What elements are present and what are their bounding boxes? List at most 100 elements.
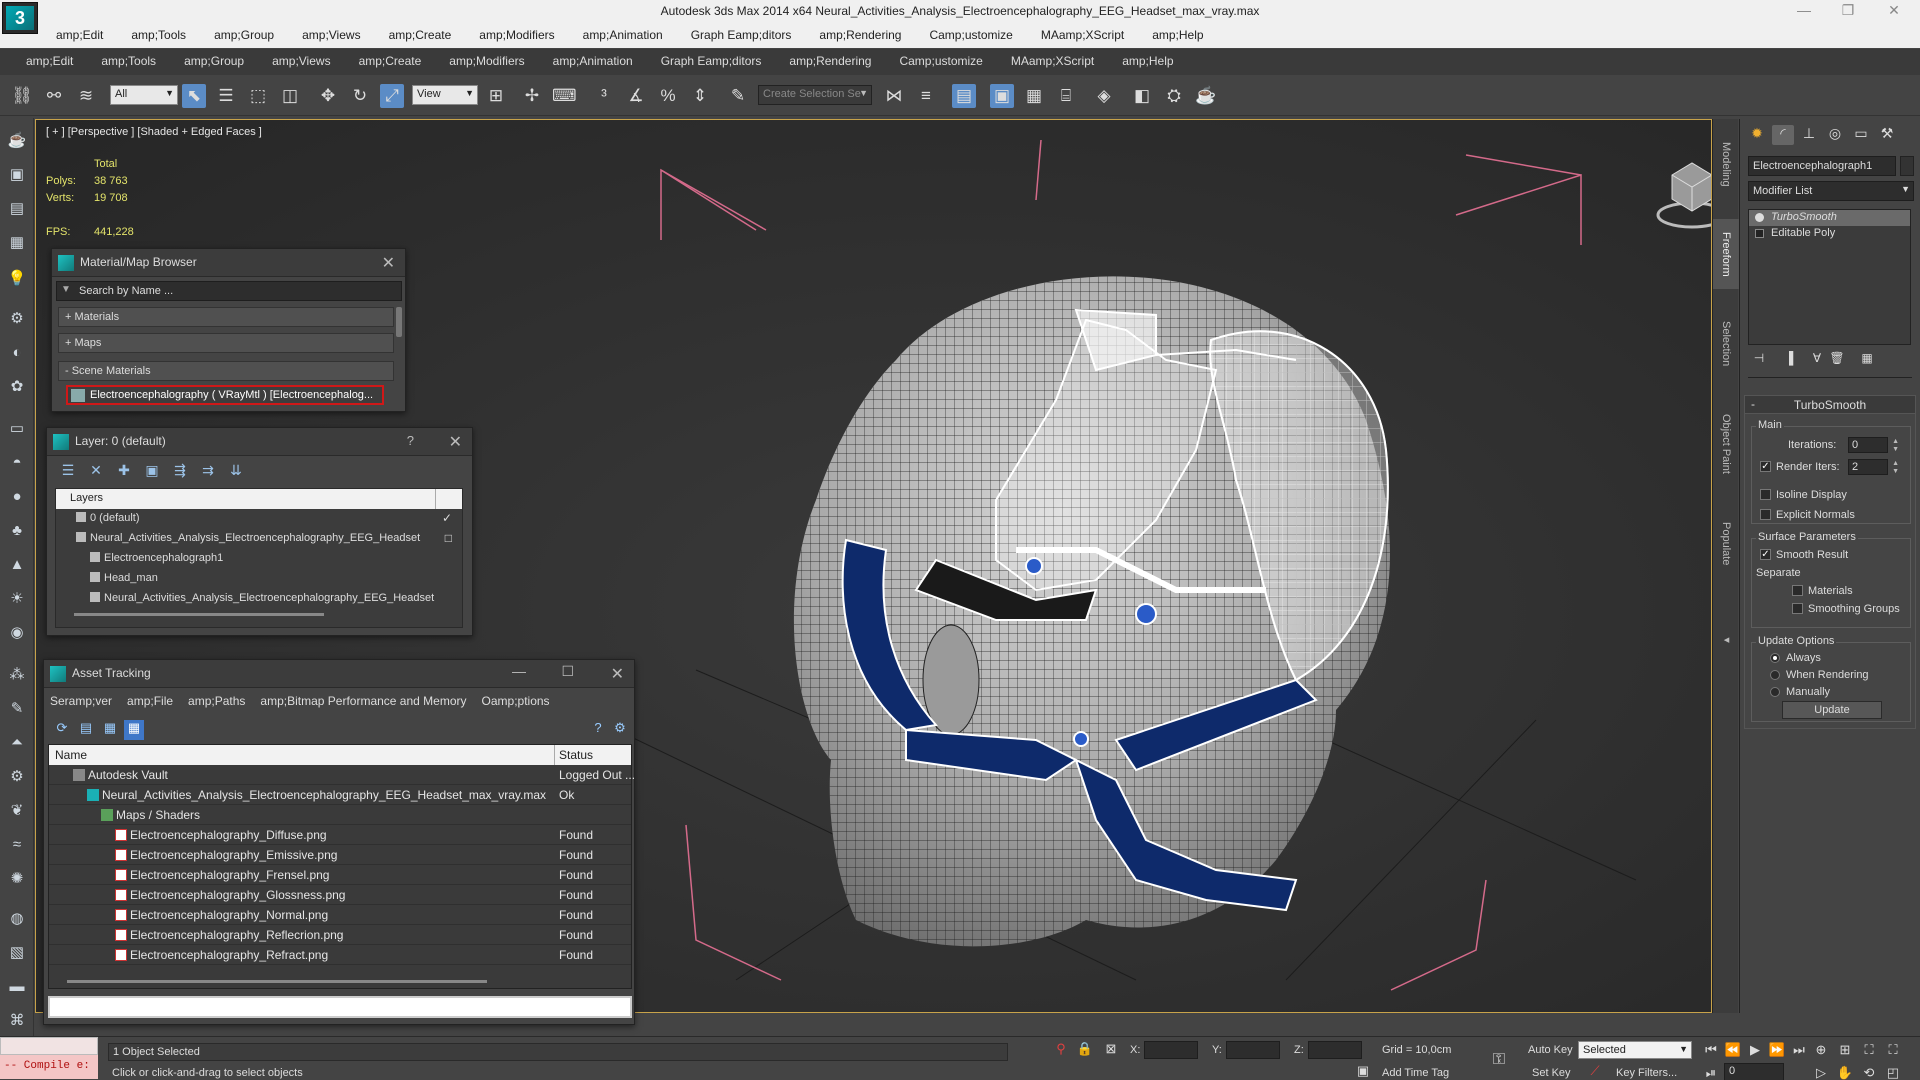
smooth-result-checkbox[interactable]: ✓ [1760, 549, 1771, 560]
menu1-item[interactable]: amp;Edit [42, 24, 117, 46]
help-icon[interactable]: ? [588, 720, 608, 740]
render-frame-icon[interactable]: ▧ [6, 942, 28, 964]
app-logo[interactable]: 3 [2, 2, 38, 34]
frame-field[interactable]: 0 [1724, 1063, 1784, 1080]
chevron-down-icon[interactable]: ▼ [61, 284, 71, 295]
isolate-icon[interactable]: ⚲ [1052, 1041, 1070, 1057]
zoom-all-icon[interactable]: ⊞ [1836, 1042, 1854, 1058]
paint-icon[interactable]: ✎ [6, 698, 28, 720]
highlight-layer-icon[interactable]: ⇉ [197, 462, 219, 482]
update-button[interactable]: Update [1782, 701, 1882, 719]
utilities-tab-icon[interactable]: ⚒ [1876, 125, 1898, 145]
display-tab-icon[interactable]: ▭ [1850, 125, 1872, 145]
zoom-extents-icon[interactable]: ⛶ [1860, 1042, 1878, 1058]
keyboard-shortcut-icon[interactable]: ⌨ [552, 84, 577, 108]
cloth-icon[interactable]: ✺ [6, 868, 28, 890]
material-browser-titlebar[interactable]: Material/Map Browser ✕ [52, 249, 405, 277]
light-icon[interactable]: 💡 [6, 268, 28, 290]
reference-coord-dropdown[interactable]: View ▼ [412, 85, 478, 105]
asset-hscrollbar[interactable] [67, 980, 487, 983]
window-icon[interactable]: ▭ [6, 418, 28, 440]
maximize-icon[interactable]: ☐ [561, 663, 574, 680]
menu1-item[interactable]: MAamp;XScript [1027, 24, 1138, 46]
maxscript-listener-mini[interactable] [0, 1037, 98, 1055]
scene-material-item[interactable]: Electroencephalography ( VRayMtl ) [Elec… [66, 385, 384, 405]
menu2-item[interactable]: amp;Modifiers [435, 50, 538, 72]
create-tab-icon[interactable]: ✹ [1746, 125, 1768, 145]
close-icon[interactable]: ✕ [382, 253, 395, 273]
key-mode-toggle-icon[interactable]: ⏯ [1702, 1065, 1720, 1080]
mirror-icon[interactable]: ⋈ [882, 84, 906, 108]
isoline-checkbox[interactable] [1760, 489, 1771, 500]
maximize-viewport-icon[interactable]: ◰ [1884, 1065, 1902, 1080]
render-iters-spinner[interactable]: 2 ▲ ▼ [1848, 459, 1899, 475]
menu1-item[interactable]: Graph Eamp;ditors [677, 24, 806, 46]
key-mode-dropdown[interactable]: Selected ▼ [1578, 1041, 1692, 1059]
collapse-ribbon-icon[interactable]: ◂ [1713, 629, 1739, 649]
menu1-item[interactable]: amp;Views [288, 24, 374, 46]
pivot-icon[interactable]: ⊞ [484, 84, 508, 108]
link-icon[interactable]: ⛓ [10, 84, 34, 108]
configure-modifier-icon[interactable]: ▦ [1858, 351, 1876, 369]
auto-key-button[interactable]: Auto Key [1528, 1044, 1573, 1056]
selection-filter-dropdown[interactable]: All ▼ [110, 85, 178, 105]
motion-tab-icon[interactable]: ◎ [1824, 125, 1846, 145]
layer-row[interactable]: 0 (default) ✓ [56, 509, 462, 529]
maps-group[interactable]: + Maps [58, 333, 394, 353]
menu2-item[interactable]: amp;Create [345, 50, 436, 72]
select-manipulate-icon[interactable]: ✢ [520, 84, 544, 108]
asset-row[interactable]: Electroencephalography_Diffuse.png Found [49, 825, 631, 845]
schematic-icon[interactable]: ◈ [1092, 84, 1116, 108]
modifier-list-dropdown[interactable]: Modifier List ▼ [1748, 181, 1914, 201]
layers-column-header[interactable]: Layers [56, 489, 462, 509]
asset-row[interactable]: Electroencephalography_Emissive.png Found [49, 845, 631, 865]
asset-row[interactable]: Neural_Activities_Analysis_Electroenceph… [49, 785, 631, 805]
move-icon[interactable]: ✥ [316, 84, 340, 108]
sheet-icon[interactable]: ▤ [6, 198, 28, 220]
menu1-item[interactable]: amp;Tools [117, 24, 200, 46]
refresh-icon[interactable]: ⟳ [52, 720, 72, 740]
menu1-item[interactable]: amp;Modifiers [465, 24, 568, 46]
spinner-arrows-icon[interactable]: ▲ ▼ [1892, 460, 1899, 476]
snap-icon[interactable]: ³ [592, 84, 616, 108]
asset-menu-item[interactable]: Seramp;ver [50, 694, 112, 708]
add-layer-icon[interactable]: ✚ [113, 462, 135, 482]
menu1-item[interactable]: Camp;ustomize [915, 24, 1026, 46]
percent-snap-icon[interactable]: % [656, 84, 680, 108]
explicit-normals-checkbox[interactable] [1760, 509, 1771, 520]
smoothing-groups-checkbox[interactable] [1792, 603, 1803, 614]
camera-icon[interactable]: ⚙ [6, 308, 28, 330]
rotate-icon[interactable]: ↻ [348, 84, 372, 108]
sphere-icon[interactable]: ● [6, 486, 28, 508]
menu2-item[interactable]: MAamp;XScript [997, 50, 1108, 72]
menu2-item[interactable]: amp;Help [1108, 50, 1187, 72]
asset-row[interactable]: Electroencephalography_Normal.png Found [49, 905, 631, 925]
go-to-end-icon[interactable]: ⏭ [1790, 1042, 1808, 1058]
plant-icon[interactable]: ♣ [6, 520, 28, 542]
lock-icon[interactable]: 🔒 [1076, 1041, 1094, 1057]
stack-item-turbosmooth[interactable]: TurboSmooth [1749, 210, 1910, 226]
asset-path-input[interactable] [48, 996, 632, 1018]
spinner-arrows-icon[interactable]: ▲ ▼ [1892, 438, 1899, 454]
asset-row[interactable]: Electroencephalography_Glossness.png Foun… [49, 885, 631, 905]
go-to-start-icon[interactable]: ⏮ [1702, 1042, 1720, 1058]
menu2-item[interactable]: amp;Views [258, 50, 344, 72]
monitor-icon[interactable]: ▬ [6, 976, 28, 998]
help-icon[interactable]: ? [407, 433, 414, 448]
show-end-result-icon[interactable]: ▐ [1780, 351, 1798, 369]
current-layer-check-icon[interactable]: ✓ [442, 511, 452, 525]
asset-row[interactable]: Electroencephalography_Refract.png Found [49, 945, 631, 965]
iterations-spinner[interactable]: 0 ▲ ▼ [1848, 437, 1899, 453]
layer-panel-titlebar[interactable]: Layer: 0 (default) ? ✕ [47, 428, 472, 456]
close-icon[interactable]: ✕ [611, 664, 624, 684]
script-icon[interactable]: ⌘ [6, 1010, 28, 1032]
layer-explorer-icon[interactable]: ▤ [952, 84, 976, 108]
key-icon[interactable]: ⚿ [1490, 1051, 1508, 1069]
orbit-icon[interactable]: ⟲ [1860, 1065, 1878, 1080]
layers-icon[interactable]: ☰ [57, 462, 79, 482]
tab-modeling[interactable]: Modeling [1713, 129, 1739, 199]
menu1-item[interactable]: amp;Animation [569, 24, 677, 46]
scene-explorer-icon[interactable]: ▣ [990, 84, 1014, 108]
set-current-checkbox[interactable]: □ [445, 531, 452, 545]
hierarchy-tab-icon[interactable]: ⊥ [1798, 125, 1820, 145]
